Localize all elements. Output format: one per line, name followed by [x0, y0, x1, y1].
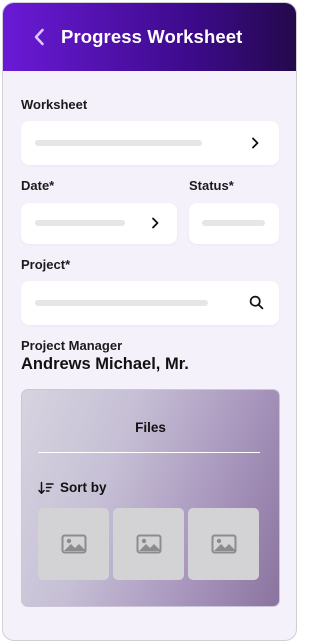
project-field[interactable]	[21, 281, 279, 325]
status-value	[202, 220, 265, 226]
worksheet-field[interactable]	[21, 121, 279, 165]
file-thumbnail-1[interactable]	[38, 508, 109, 580]
image-icon	[211, 534, 236, 554]
sort-by-button[interactable]: Sort by	[38, 480, 107, 495]
search-icon[interactable]	[249, 295, 264, 310]
files-divider	[38, 452, 260, 453]
chevron-right-icon	[252, 137, 259, 149]
date-value	[35, 220, 125, 226]
date-field[interactable]	[21, 203, 177, 244]
date-label: Date*	[21, 178, 55, 193]
sort-descending-icon	[38, 481, 54, 494]
page-title: Progress Worksheet	[61, 26, 243, 47]
chevron-right-icon	[152, 217, 159, 229]
project-value	[35, 300, 208, 306]
app-header: Progress Worksheet	[3, 3, 296, 71]
project-label: Project*	[21, 257, 71, 272]
status-field[interactable]	[189, 203, 279, 244]
chevron-left-icon	[34, 28, 44, 46]
file-thumbnail-2[interactable]	[113, 508, 184, 580]
back-button[interactable]	[29, 27, 49, 47]
image-icon	[61, 534, 86, 554]
phone-screen: Progress Worksheet Worksheet Date* Statu…	[2, 2, 297, 641]
status-label: Status*	[189, 178, 234, 193]
image-icon	[136, 534, 161, 554]
worksheet-value	[35, 140, 202, 146]
file-thumbnail-3[interactable]	[188, 508, 259, 580]
files-panel: Files Sort by	[21, 389, 280, 607]
project-manager-label: Project Manager	[21, 338, 123, 353]
files-title: Files	[135, 420, 166, 435]
sort-by-label: Sort by	[60, 480, 107, 495]
project-manager-value: Andrews Michael, Mr.	[21, 355, 189, 373]
worksheet-label: Worksheet	[21, 97, 88, 112]
